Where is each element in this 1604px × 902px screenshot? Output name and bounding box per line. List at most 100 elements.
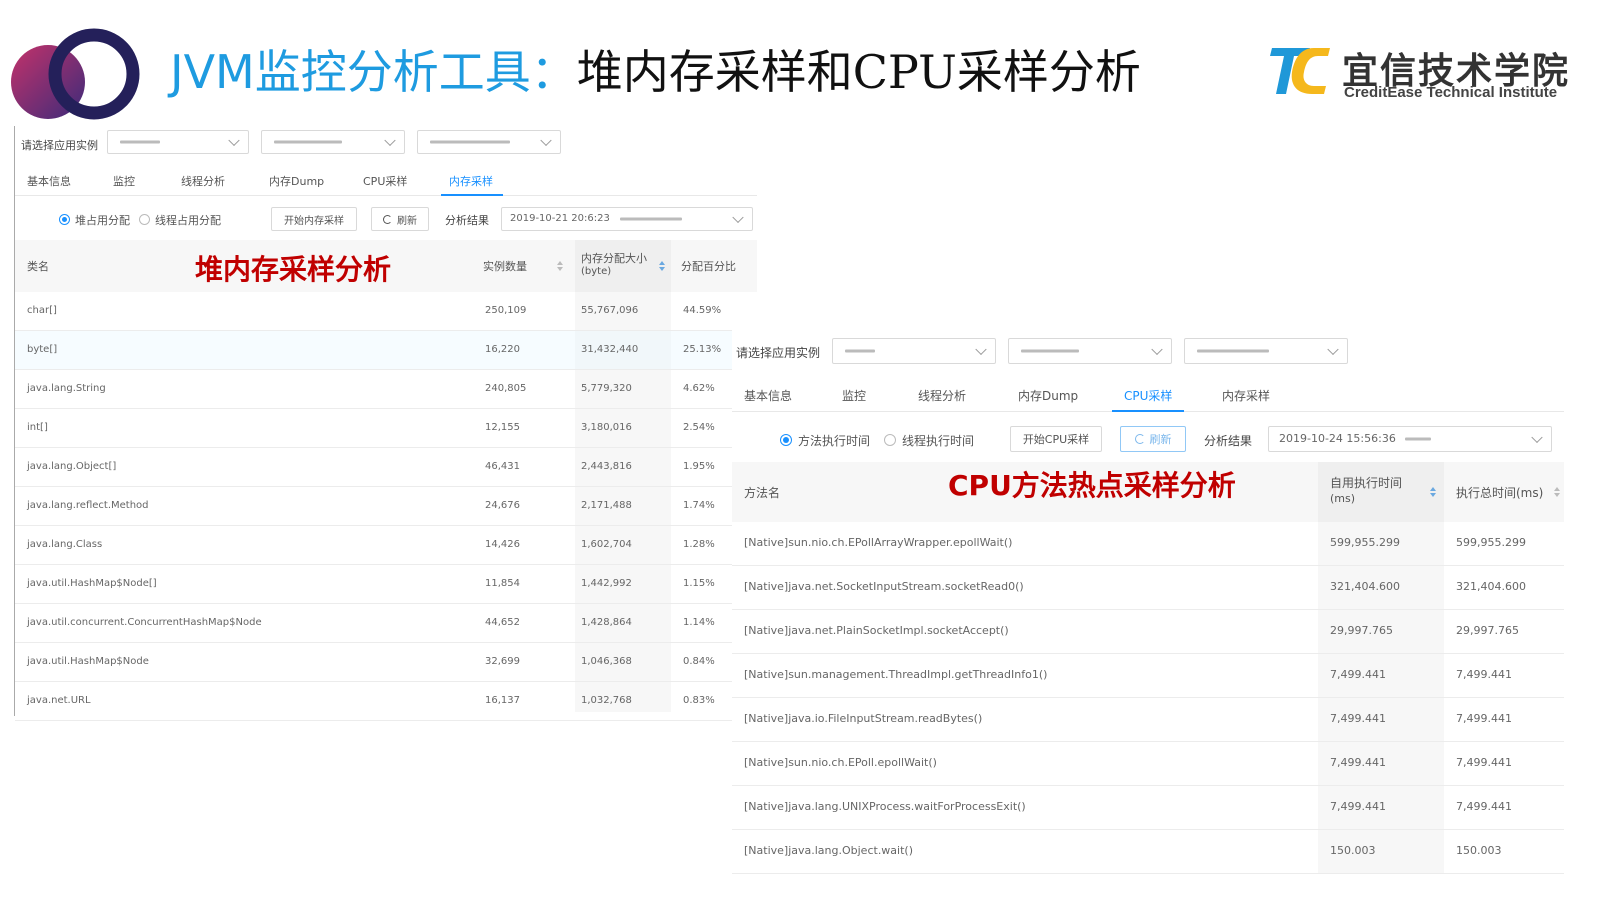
tab-memory-sampling[interactable]: 内存采样 <box>1222 387 1270 404</box>
alloc-size-cell: 2,171,488 <box>581 500 632 511</box>
table-row[interactable]: [Native]java.net.SocketInputStream.socke… <box>732 566 1564 610</box>
tab-monitor[interactable]: 监控 <box>842 387 866 404</box>
class-name-cell: int[] <box>27 422 48 433</box>
tab-cpu-sampling[interactable]: CPU采样 <box>363 173 407 189</box>
start-cpu-sampling-button[interactable]: 开始CPU采样 <box>1010 426 1102 452</box>
redacted-value <box>1021 349 1079 353</box>
total-time-cell: 7,499.441 <box>1456 800 1512 813</box>
alloc-percent-cell: 1.74% <box>683 500 715 511</box>
sort-icon[interactable] <box>1554 487 1560 497</box>
redacted-value <box>120 140 160 144</box>
total-time-cell: 29,997.765 <box>1456 624 1519 637</box>
method-time-radio[interactable] <box>780 434 792 446</box>
table-row[interactable]: java.util.concurrent.ConcurrentHashMap$N… <box>15 604 757 643</box>
col-alloc-size[interactable]: 内存分配大小 <box>581 250 647 266</box>
method-name-cell: [Native]java.lang.UNIXProcess.waitForPro… <box>744 800 1026 813</box>
table-row[interactable]: java.lang.reflect.Method 24,676 2,171,488 1… <box>15 487 757 526</box>
instance-count-cell: 14,426 <box>485 539 520 550</box>
chevron-down-icon <box>1327 343 1339 356</box>
instance-select[interactable] <box>417 130 561 154</box>
result-select[interactable]: 2019-10-24 15:56:36 <box>1268 426 1552 452</box>
thread-time-label: 线程执行时间 <box>902 434 975 448</box>
col-method-name[interactable]: 方法名 <box>744 484 780 501</box>
sort-icon[interactable] <box>557 261 563 271</box>
result-value: 2019-10-21 20:6:23 <box>510 213 610 224</box>
method-name-cell: [Native]java.lang.Object.wait() <box>744 844 914 857</box>
result-label: 分析结果 <box>445 214 489 227</box>
tab-memory-dump[interactable]: 内存Dump <box>1018 387 1078 404</box>
brand-subtitle: CreditEase Technical Institute <box>1344 84 1558 101</box>
rings-logo-icon <box>11 28 140 120</box>
table-row[interactable]: [Native]java.io.FileInputStream.readByte… <box>732 698 1564 742</box>
app-select[interactable] <box>107 130 249 154</box>
brand-logo: 宜信技术学院 CreditEase Technical Institute <box>1270 42 1590 102</box>
instance-count-cell: 46,431 <box>485 461 520 472</box>
table-row[interactable]: java.util.HashMap$Node 32,699 1,046,368 0.8… <box>15 643 757 682</box>
sort-icon[interactable] <box>1430 487 1436 497</box>
refresh-button[interactable]: 刷新 <box>1120 426 1186 452</box>
table-row[interactable]: [Native]sun.nio.ch.EPoll.epollWait() 7,49… <box>732 742 1564 786</box>
col-alloc-percent[interactable]: 分配百分比 <box>681 258 736 274</box>
col-total-time[interactable]: 执行总时间(ms) <box>1456 484 1543 501</box>
redacted-value <box>845 349 875 353</box>
env-select[interactable] <box>261 130 405 154</box>
self-time-cell: 29,997.765 <box>1330 624 1393 637</box>
refresh-button[interactable]: 刷新 <box>371 207 429 231</box>
tab-basic-info[interactable]: 基本信息 <box>744 387 792 404</box>
alloc-percent-cell: 0.83% <box>683 695 715 706</box>
instance-select[interactable] <box>1184 338 1348 364</box>
tab-thread-analysis[interactable]: 线程分析 <box>918 387 966 404</box>
app-select[interactable] <box>832 338 996 364</box>
tab-monitor[interactable]: 监控 <box>113 173 135 189</box>
table-row[interactable]: java.lang.String 240,805 5,779,320 4.62% <box>15 370 757 409</box>
method-name-cell: [Native]sun.nio.ch.EPoll.epollWait() <box>744 756 937 769</box>
table-row[interactable]: byte[] 16,220 31,432,440 25.13% <box>15 331 757 370</box>
table-row[interactable]: [Native]sun.management.ThreadImpl.getThr… <box>732 654 1564 698</box>
tab-thread-analysis[interactable]: 线程分析 <box>181 173 225 189</box>
table-row[interactable]: java.lang.Object[] 46,431 2,443,816 1.95% <box>15 448 757 487</box>
tab-cpu-sampling[interactable]: CPU采样 <box>1124 387 1172 404</box>
class-name-cell: java.util.HashMap$Node[] <box>27 578 157 589</box>
table-row[interactable]: char[] 250,109 55,767,096 44.59% <box>15 292 757 331</box>
thread-alloc-radio[interactable] <box>139 214 150 225</box>
col-instance-count[interactable]: 实例数量 <box>483 258 527 274</box>
col-self-time-unit: (ms) <box>1330 492 1356 505</box>
col-class-name[interactable]: 类名 <box>27 258 49 274</box>
instance-label: 请选择应用实例 <box>736 345 821 360</box>
method-name-cell: [Native]sun.management.ThreadImpl.getThr… <box>744 668 1048 681</box>
alloc-size-cell: 1,442,992 <box>581 578 632 589</box>
result-select[interactable]: 2019-10-21 20:6:23 <box>501 207 753 231</box>
alloc-size-cell: 5,779,320 <box>581 383 632 394</box>
table-row[interactable]: [Native]java.lang.Object.wait() 150.003 15… <box>732 830 1564 874</box>
start-memory-sampling-button[interactable]: 开始内存采样 <box>271 207 357 231</box>
tab-memory-dump[interactable]: 内存Dump <box>269 173 324 189</box>
class-name-cell: java.lang.Class <box>27 539 103 550</box>
self-time-cell: 7,499.441 <box>1330 800 1386 813</box>
self-time-cell: 7,499.441 <box>1330 668 1386 681</box>
chevron-down-icon <box>228 134 240 147</box>
sort-icon[interactable] <box>659 261 665 271</box>
col-self-time[interactable]: 自用执行时间 <box>1330 474 1402 491</box>
table-row[interactable]: int[] 12,155 3,180,016 2.54% <box>15 409 757 448</box>
table-row[interactable]: [Native]sun.nio.ch.EPollArrayWrapper.epo… <box>732 522 1564 566</box>
slide-title-part2: 堆内存采样和CPU采样分析 <box>576 45 1141 99</box>
tab-memory-sampling[interactable]: 内存采样 <box>449 173 493 189</box>
chevron-down-icon <box>540 134 552 147</box>
cpu-overlay-title: CPU方法热点采样分析 <box>948 469 1236 502</box>
heap-alloc-radio[interactable] <box>59 214 70 225</box>
thread-time-radio[interactable] <box>884 434 896 446</box>
self-time-cell: 599,955.299 <box>1330 536 1400 549</box>
table-row[interactable]: java.lang.Class 14,426 1,602,704 1.28% <box>15 526 757 565</box>
refresh-icon <box>1134 434 1145 444</box>
tab-basic-info[interactable]: 基本信息 <box>27 173 71 189</box>
table-row[interactable]: [Native]java.lang.UNIXProcess.waitForPro… <box>732 786 1564 830</box>
heap-tab-bar: 基本信息 监控 线程分析 内存Dump CPU采样 内存采样 <box>15 162 757 196</box>
table-row[interactable]: [Native]java.net.PlainSocketImpl.socketA… <box>732 610 1564 654</box>
method-name-cell: [Native]java.io.FileInputStream.readByte… <box>744 712 983 725</box>
alloc-size-cell: 1,046,368 <box>581 656 632 667</box>
table-row[interactable]: java.net.URL 16,137 1,032,768 0.83% <box>15 682 757 721</box>
env-select[interactable] <box>1008 338 1172 364</box>
table-row[interactable]: java.util.HashMap$Node[] 11,854 1,442,992 1… <box>15 565 757 604</box>
active-tab-indicator <box>441 194 503 196</box>
creditease-mark-icon <box>1270 48 1330 94</box>
